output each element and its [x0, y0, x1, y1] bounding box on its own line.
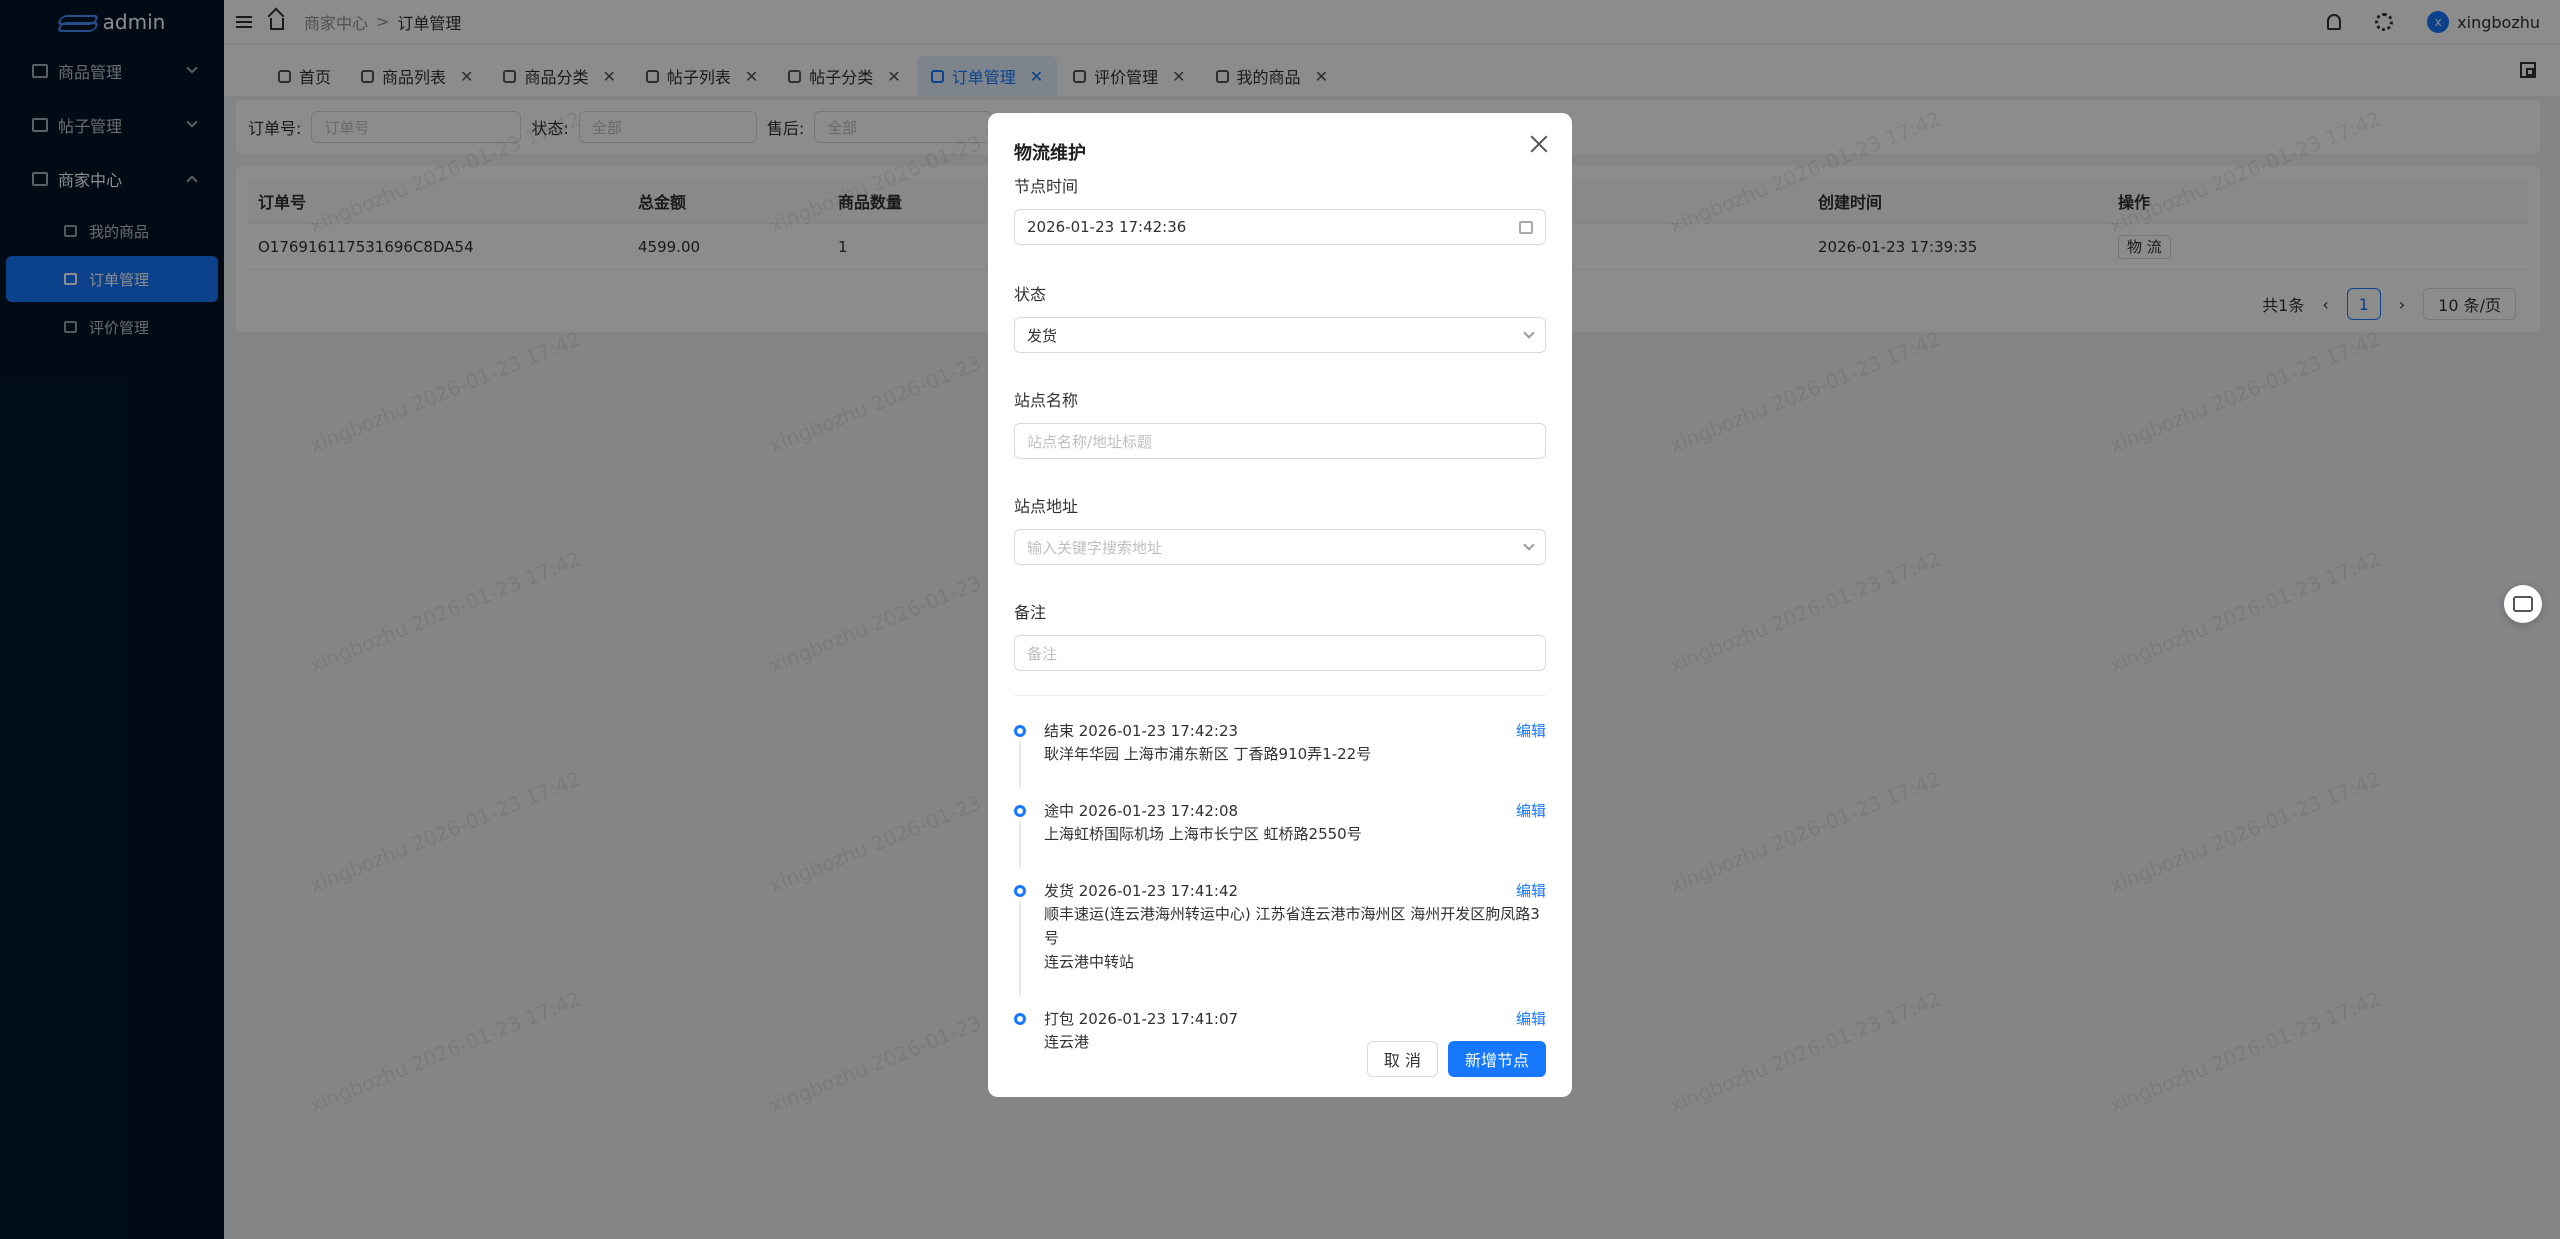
translate-float-button[interactable] — [2504, 585, 2542, 623]
translate-icon — [2513, 596, 2533, 612]
node-time-label: 节点时间 — [1014, 177, 1079, 196]
timeline-head: 结束 2026-01-23 17:42:23 — [1044, 722, 1239, 740]
station-address-label: 站点地址 — [1014, 497, 1079, 516]
modal-title: 物流维护 — [1014, 143, 1086, 164]
status-label: 状态 — [1014, 285, 1047, 304]
timeline-dot — [1014, 885, 1026, 897]
station-name-placeholder: 站点名称/地址标题 — [1027, 432, 1153, 451]
timeline-item: 途中 2026-01-23 17:42:08 上海虹桥国际机场 上海市长宁区 虹… — [1014, 800, 1546, 868]
timeline-dot — [1014, 725, 1026, 737]
add-node-button[interactable]: 新增节点 — [1447, 1041, 1546, 1077]
timeline-connector — [1019, 820, 1021, 868]
remark-placeholder: 备注 — [1027, 644, 1058, 663]
timeline-body: 连云港中转站 — [1044, 953, 1135, 971]
station-address-placeholder: 输入关键字搜索地址 — [1027, 538, 1163, 557]
remark-input[interactable]: 备注 — [1014, 635, 1546, 671]
calendar-icon — [1519, 220, 1533, 234]
timeline-item: 结束 2026-01-23 17:42:23 耿洋年华园 上海市浦东新区 丁香路… — [1014, 720, 1546, 788]
timeline-head: 打包 2026-01-23 17:41:07 — [1044, 1010, 1239, 1028]
edit-link[interactable]: 编辑 — [1516, 880, 1546, 901]
station-name-input[interactable]: 站点名称/地址标题 — [1014, 423, 1546, 459]
node-time-picker[interactable]: 2026-01-23 17:42:36 — [1014, 209, 1546, 245]
station-address-select[interactable]: 输入关键字搜索地址 — [1014, 529, 1546, 565]
timeline-head: 途中 2026-01-23 17:42:08 — [1044, 802, 1239, 820]
status-value: 发货 — [1027, 326, 1058, 345]
node-time-value: 2026-01-23 17:42:36 — [1027, 218, 1187, 236]
timeline-dot — [1014, 1013, 1026, 1025]
edit-link[interactable]: 编辑 — [1516, 800, 1546, 821]
cancel-button[interactable]: 取 消 — [1366, 1041, 1438, 1077]
divider — [1014, 695, 1546, 696]
station-name-label: 站点名称 — [1014, 391, 1079, 410]
status-select[interactable]: 发货 — [1014, 317, 1546, 353]
timeline-head: 发货 2026-01-23 17:41:42 — [1044, 882, 1239, 900]
edit-link[interactable]: 编辑 — [1516, 1008, 1546, 1029]
logistics-modal: 物流维护 节点时间 2026-01-23 17:42:36 状态 发货 站点名称… — [988, 113, 1572, 1097]
timeline-body: 上海虹桥国际机场 上海市长宁区 虹桥路2550号 — [1044, 825, 1362, 843]
modal-footer: 取 消 新增节点 — [1366, 1041, 1546, 1077]
timeline-connector — [1019, 740, 1021, 788]
timeline-dot — [1014, 805, 1026, 817]
close-icon[interactable] — [1528, 133, 1550, 155]
edit-link[interactable]: 编辑 — [1516, 720, 1546, 741]
timeline-body: 顺丰速运(连云港海州转运中心) 江苏省连云港市海州区 海州开发区朐凤路3号 — [1044, 905, 1540, 947]
timeline-body: 耿洋年华园 上海市浦东新区 丁香路910弄1-22号 — [1044, 745, 1372, 763]
timeline-item: 发货 2026-01-23 17:41:42 顺丰速运(连云港海州转运中心) 江… — [1014, 880, 1546, 996]
remark-label: 备注 — [1014, 603, 1047, 622]
chevron-down-icon — [1523, 327, 1535, 339]
timeline-connector — [1019, 900, 1021, 996]
chevron-down-icon — [1523, 539, 1535, 551]
logistics-timeline: 结束 2026-01-23 17:42:23 耿洋年华园 上海市浦东新区 丁香路… — [1014, 720, 1546, 1054]
